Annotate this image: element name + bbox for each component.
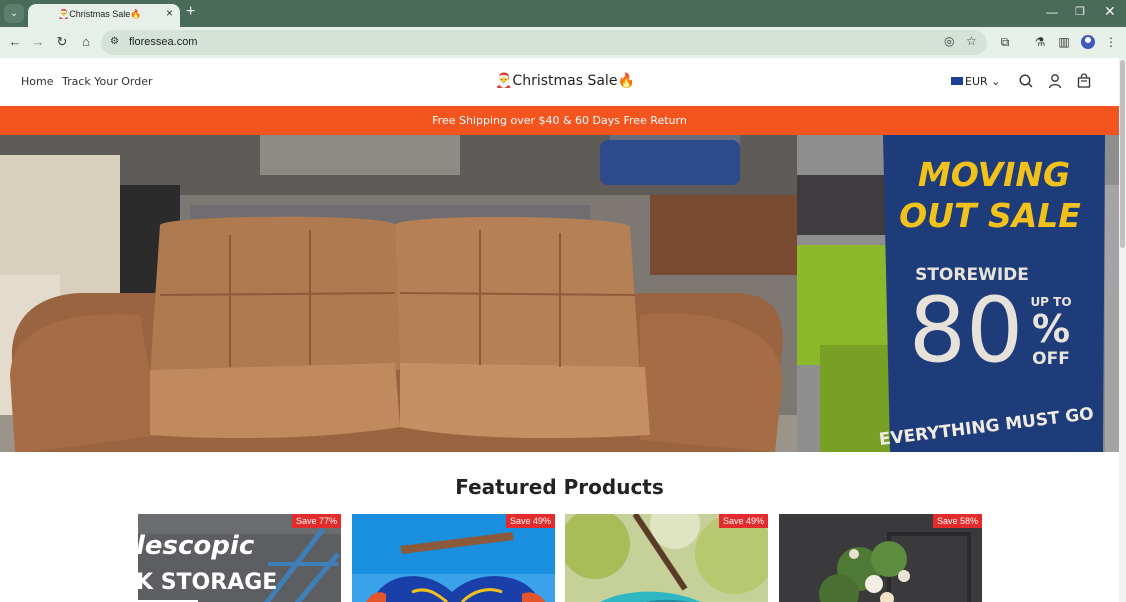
off-label: OFF [1032,349,1070,369]
sofa-back-right [395,216,640,375]
percent-sign: % [1032,307,1070,351]
product-card[interactable]: lescopic K STORAGE Save 77% [138,514,341,602]
currency-selector[interactable]: EUR ⌄ [951,75,1000,88]
currency-label: EUR [965,75,988,88]
tab-title: 🎅Christmas Sale🔥 [58,9,142,19]
tab-search-icon[interactable]: ⌄ [4,4,24,23]
cart-bag-icon[interactable] [1076,73,1092,89]
close-tab-icon[interactable]: × [166,6,173,20]
product-card[interactable]: Save 49% [565,514,768,602]
discount-badge: Save 58% [932,514,982,528]
minimize-icon[interactable]: — [1046,5,1058,19]
side-panel-icon[interactable]: ▥ [1056,34,1072,50]
product-image-text-2: K STORAGE [138,570,277,595]
url-text[interactable]: floressea.com [129,36,197,48]
product-card[interactable]: Save 49% [352,514,555,602]
nav-home-link[interactable]: Home [21,75,53,88]
back-icon[interactable]: ← [6,33,24,51]
search-icon[interactable] [1018,73,1034,89]
sofa-cushion-right [400,363,650,439]
sofa-back-left [150,216,400,375]
eu-flag-icon [951,77,963,85]
restore-icon[interactable]: ❐ [1075,5,1085,18]
sale-headline-line1: MOVING [918,155,1070,194]
bookmark-star-icon[interactable]: ☆ [966,34,977,48]
site-header: Home Track Your Order 🎅Christmas Sale🔥 E… [0,58,1119,106]
account-icon[interactable] [1047,73,1063,89]
hero-banner[interactable]: MOVING OUT SALE STOREWIDE 80 UP TO % OFF… [0,135,1119,452]
forward-icon[interactable]: → [29,33,47,51]
hero-image: MOVING OUT SALE STOREWIDE 80 UP TO % OFF… [0,135,1119,452]
discount-badge: Save 49% [718,514,768,528]
browser-tab[interactable]: 🎅Christmas Sale🔥 × [28,4,180,27]
site-info-icon[interactable]: ⚙ [110,36,122,48]
reload-icon[interactable]: ↻ [53,33,71,51]
blue-sofa-bg [600,140,740,185]
discount-badge: Save 77% [291,514,341,528]
discount-badge: Save 49% [505,514,555,528]
address-bar[interactable]: ⚙ floressea.com ◎ ☆ [101,30,987,55]
discount-number: 80 [909,278,1024,383]
sale-headline-line2: OUT SALE [899,196,1081,235]
product-image-text-1: lescopic [138,531,255,561]
close-window-icon[interactable]: ✕ [1104,3,1116,20]
browser-toolbar: ← → ↻ ⌂ ⚙ floressea.com ◎ ☆ ⧉ ⚗ ▥ ⋮ [0,27,1126,58]
extensions-icon[interactable]: ⧉ [997,34,1013,50]
tracking-eye-off-icon[interactable]: ◎ [944,34,954,48]
site-logo[interactable]: 🎅Christmas Sale🔥 [495,73,635,89]
web-page: Home Track Your Order 🎅Christmas Sale🔥 E… [0,58,1119,602]
scrollbar-thumb[interactable] [1120,60,1125,248]
profile-avatar-icon[interactable] [1081,35,1095,49]
menu-kebab-icon[interactable]: ⋮ [1103,34,1119,50]
lab-flask-icon[interactable]: ⚗ [1032,34,1048,50]
product-card[interactable]: Save 58% [779,514,982,602]
page-scrollbar[interactable] [1119,58,1126,602]
browser-tab-strip: ⌄ 🎅Christmas Sale🔥 × + — ❐ ✕ [0,0,1126,27]
sofa-cushion-left [150,363,400,439]
featured-products-title: Featured Products [455,475,664,499]
chevron-down-icon: ⌄ [991,75,1001,88]
home-icon[interactable]: ⌂ [77,33,95,51]
shipping-announcement-bar: Free Shipping over $40 & 60 Days Free Re… [0,106,1119,135]
sofa-arm-left [10,314,160,452]
new-tab-icon[interactable]: + [186,3,195,21]
nav-track-order-link[interactable]: Track Your Order [62,75,153,88]
